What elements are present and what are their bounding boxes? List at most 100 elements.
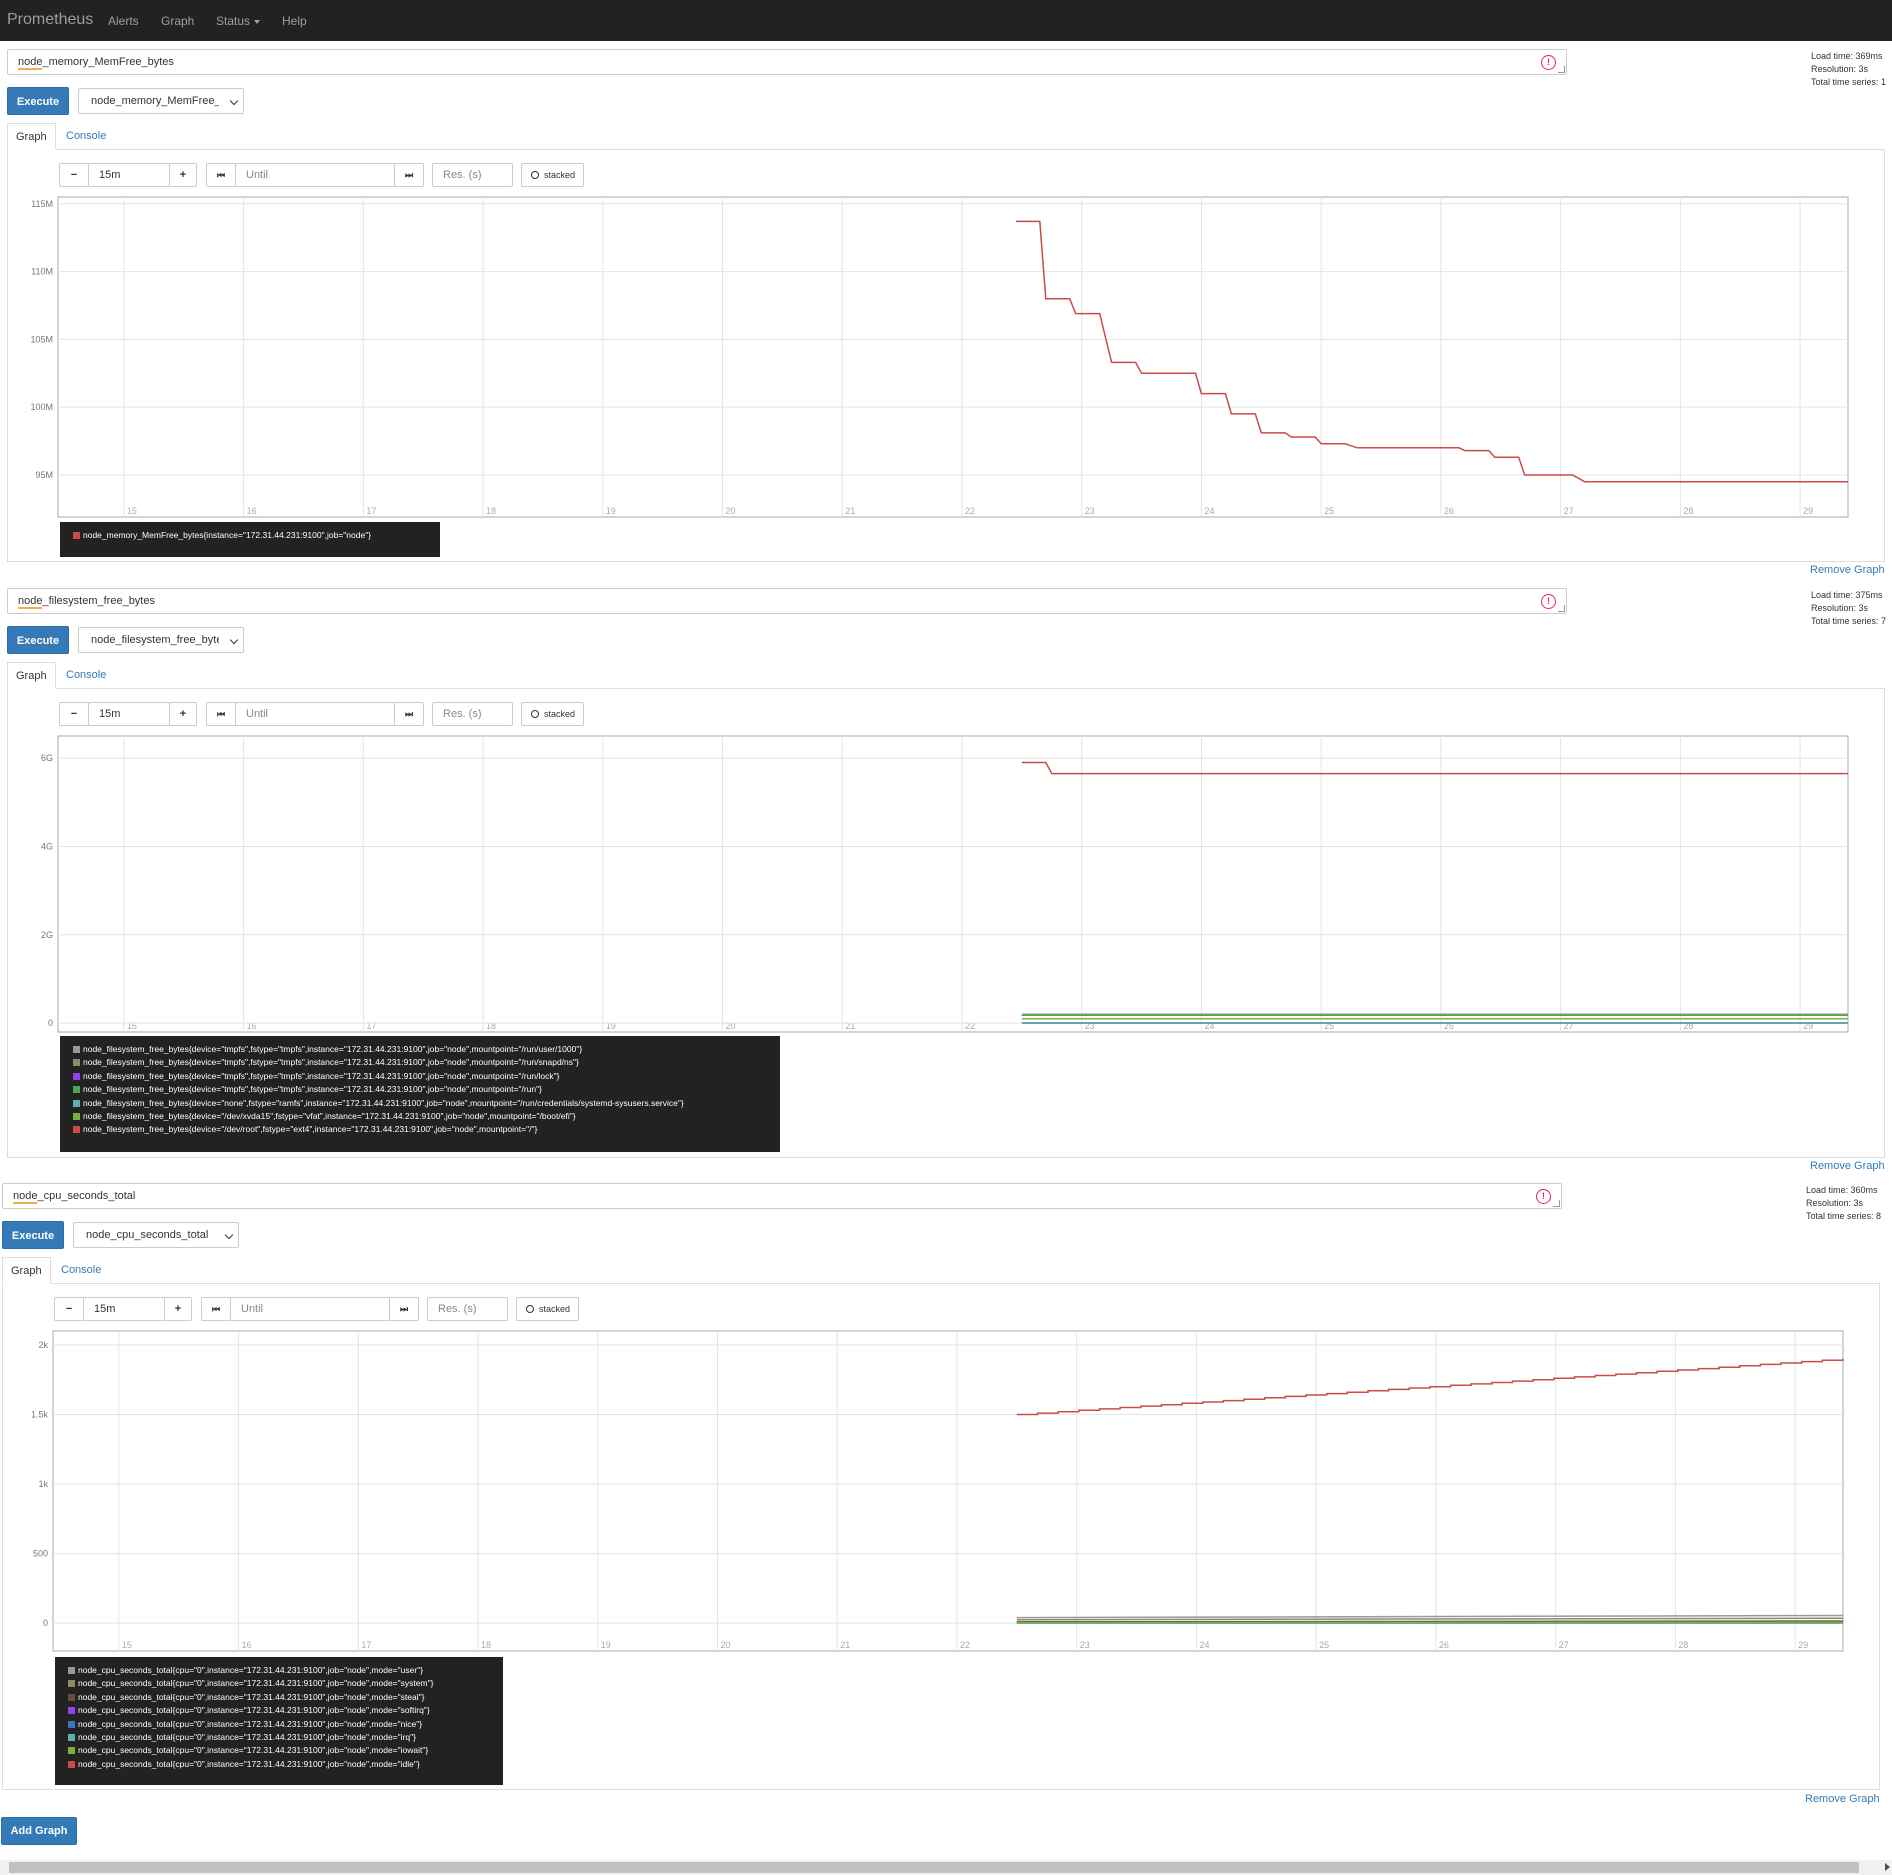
resolution: Resolution: 3s [1806,1198,1864,1208]
execute-button[interactable]: Execute [2,1221,64,1249]
legend-entry[interactable]: node_cpu_seconds_total{cpu="0",instance=… [65,1691,503,1704]
graph-chart: 15 16 17 18 19 20 21 22 23 24 25 26 27 28 29 2k 1.5k 1k 50… [31,1330,1844,1652]
tab-console[interactable]: Console [58,123,114,149]
x-tick-label: 21 [845,506,855,516]
legend-entry[interactable]: node_filesystem_free_bytes{device="none"… [70,1097,780,1110]
x-tick-label: 19 [606,506,616,516]
y-tick-label: 0 [43,1618,48,1628]
range-input[interactable]: 15m [83,1297,165,1321]
legend-entry[interactable]: node_cpu_seconds_total{cpu="0",instance=… [65,1664,503,1677]
legend-label: node_cpu_seconds_total{cpu="0",instance=… [78,1745,429,1756]
legend-entry[interactable]: node_cpu_seconds_total{cpu="0",instance=… [65,1718,503,1731]
chart-legend: node_cpu_seconds_total{cpu="0",instance=… [55,1657,503,1785]
stacked-toggle[interactable]: stacked [521,163,584,187]
load-time: Load time: 360ms [1806,1185,1878,1195]
resize-grip-icon[interactable] [1558,66,1565,73]
range-increase-button[interactable]: + [169,163,197,187]
execute-button[interactable]: Execute [7,87,69,115]
stacked-toggle[interactable]: stacked [516,1297,579,1321]
scrollbar-thumb[interactable] [9,1862,1859,1873]
x-tick-label: 18 [481,1640,491,1650]
expression-input[interactable]: node_memory_MemFree_bytes! [7,49,1567,75]
legend-label: node_cpu_seconds_total{cpu="0",instance=… [78,1718,423,1729]
remove-graph-link[interactable]: Remove Graph [1810,564,1885,576]
load-time: Load time: 375ms [1811,590,1883,600]
load-time: Load time: 369ms [1811,51,1883,61]
metric-select-value: node_cpu_seconds_total [86,1229,209,1241]
legend-swatch [68,1747,75,1755]
legend-entry[interactable]: node_filesystem_free_bytes{device="/dev/… [70,1123,780,1136]
resize-grip-icon[interactable] [1553,1200,1560,1207]
nav-status[interactable]: Status [216,14,261,28]
y-tick-label: 100M [30,402,53,412]
resize-grip-icon[interactable] [1558,605,1565,612]
horizontal-scrollbar[interactable] [0,1860,1892,1875]
legend-swatch [73,1086,80,1094]
resolution-input[interactable]: Res. (s) [432,163,513,187]
tab-graph[interactable]: Graph [7,123,56,150]
expression-input[interactable]: node_cpu_seconds_total! [2,1183,1562,1209]
query-stats: Load time: 360ms Resolution: 3s Total time… [1806,1184,1881,1223]
plot-area [57,735,1849,1033]
until-input[interactable]: Until [235,702,395,726]
range-increase-button[interactable]: + [169,702,197,726]
add-graph-button[interactable]: Add Graph [1,1817,77,1845]
legend-entry[interactable]: node_filesystem_free_bytes{device="tmpfs… [70,1056,780,1069]
legend-entry[interactable]: node_cpu_seconds_total{cpu="0",instance=… [65,1731,503,1744]
legend-entry[interactable]: node_filesystem_free_bytes{device="tmpfs… [70,1083,780,1096]
range-decrease-button[interactable]: − [59,702,89,726]
range-increase-button[interactable]: + [164,1297,192,1321]
range-input[interactable]: 15m [88,702,170,726]
time-back-button[interactable]: ⏮ [206,702,236,726]
legend-entry[interactable]: node_filesystem_free_bytes{device="/dev/… [70,1110,780,1123]
range-input[interactable]: 15m [88,163,170,187]
x-tick-label: 20 [721,1640,731,1650]
nav-alerts[interactable]: Alerts [108,14,139,28]
remove-graph-link[interactable]: Remove Graph [1810,1160,1885,1172]
plot-area [57,196,1849,518]
tab-graph[interactable]: Graph [7,662,56,689]
nav-graph[interactable]: Graph [161,14,194,28]
tab-console[interactable]: Console [58,662,114,688]
scroll-right-arrow-icon[interactable] [1885,1863,1890,1871]
legend-entry[interactable]: node_memory_MemFree_bytes{instance="172.… [70,529,440,542]
legend-label: node_cpu_seconds_total{cpu="0",instance=… [78,1732,416,1743]
execute-button[interactable]: Execute [7,626,69,654]
time-forward-button[interactable]: ⏭ [389,1297,419,1321]
metric-select[interactable]: node_filesystem_free_bytes [78,627,244,653]
brand-logo-text[interactable]: Prometheus [7,11,93,29]
range-decrease-button[interactable]: − [59,163,89,187]
error-info-icon[interactable]: ! [1541,594,1556,609]
time-back-button[interactable]: ⏮ [201,1297,231,1321]
error-info-icon[interactable]: ! [1541,55,1556,70]
time-back-button[interactable]: ⏮ [206,163,236,187]
x-tick-label: 29 [1798,1640,1808,1650]
metric-select[interactable]: node_cpu_seconds_total [73,1222,239,1248]
legend-entry[interactable]: node_cpu_seconds_total{cpu="0",instance=… [65,1677,503,1690]
x-tick-label: 28 [1678,1640,1688,1650]
stacked-toggle[interactable]: stacked [521,702,584,726]
query-stats: Load time: 375ms Resolution: 3s Total time… [1811,589,1886,628]
legend-entry[interactable]: node_cpu_seconds_total{cpu="0",instance=… [65,1704,503,1717]
legend-entry[interactable]: node_filesystem_free_bytes{device="tmpfs… [70,1070,780,1083]
y-tick-label: 1.5k [31,1409,49,1419]
expression-input[interactable]: node_filesystem_free_bytes! [7,588,1567,614]
nav-help[interactable]: Help [282,14,307,28]
tab-graph[interactable]: Graph [2,1257,51,1284]
resolution-input[interactable]: Res. (s) [427,1297,508,1321]
range-decrease-button[interactable]: − [54,1297,84,1321]
error-info-icon[interactable]: ! [1536,1189,1551,1204]
x-tick-label: 23 [1080,1640,1090,1650]
legend-entry[interactable]: node_cpu_seconds_total{cpu="0",instance=… [65,1758,503,1771]
legend-label: node_filesystem_free_bytes{device="tmpfs… [83,1044,583,1054]
time-forward-button[interactable]: ⏭ [394,702,424,726]
until-input[interactable]: Until [235,163,395,187]
remove-graph-link[interactable]: Remove Graph [1805,1793,1880,1805]
metric-select[interactable]: node_memory_MemFree_bytes [78,88,244,114]
time-forward-button[interactable]: ⏭ [394,163,424,187]
legend-entry[interactable]: node_filesystem_free_bytes{device="tmpfs… [70,1043,780,1056]
legend-entry[interactable]: node_cpu_seconds_total{cpu="0",instance=… [65,1744,503,1757]
until-input[interactable]: Until [230,1297,390,1321]
resolution-input[interactable]: Res. (s) [432,702,513,726]
tab-console[interactable]: Console [53,1257,109,1283]
